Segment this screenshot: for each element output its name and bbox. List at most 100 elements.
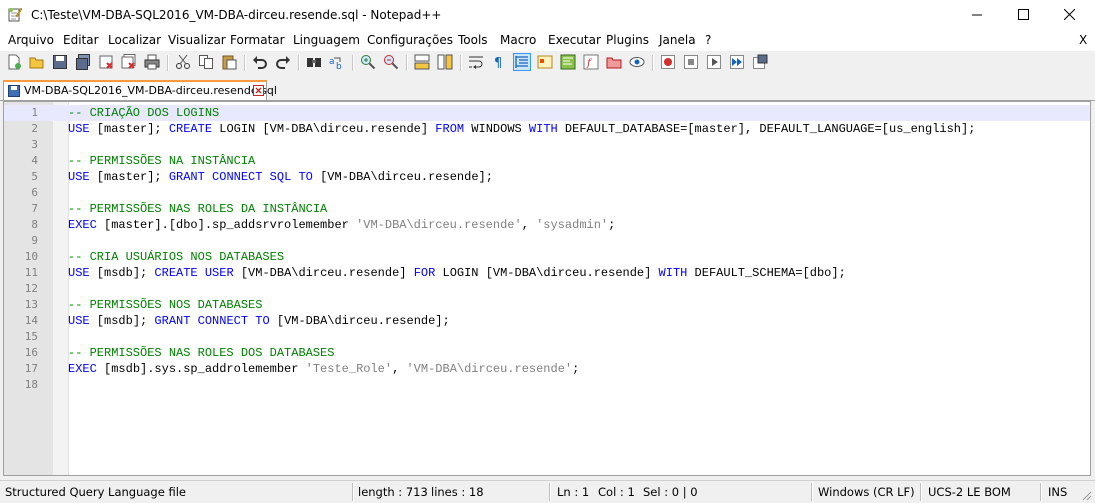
menu-tools[interactable]: Tools — [458, 33, 488, 47]
code-line[interactable]: 12 — [4, 281, 1090, 297]
toolbar: ab ¶ f — [0, 51, 1095, 76]
menu-janela[interactable]: Janela — [659, 33, 696, 47]
code-text: -- PERMISSÕES NOS DATABASES — [68, 297, 262, 313]
menu-macro[interactable]: Macro — [500, 33, 536, 47]
code-line[interactable]: 4 -- PERMISSÕES NA INSTÂNCIA — [4, 153, 1090, 169]
code-line[interactable]: 18 — [4, 377, 1090, 393]
editor-pane[interactable]: 1 -- CRIAÇÃO DOS LOGINS 2 USE [master]; CRE… — [3, 101, 1091, 476]
sync-vertical-icon[interactable] — [414, 54, 430, 70]
svg-text:¶: ¶ — [494, 56, 502, 70]
code-line[interactable]: 3 — [4, 137, 1090, 153]
menu-editar[interactable]: Editar — [63, 33, 99, 47]
code-line[interactable]: 8 EXEC [master].[dbo].sp_addsrvrolemember… — [4, 217, 1090, 233]
code-line[interactable]: 14 USE [msdb]; GRANT CONNECT TO [VM-DBA\d… — [4, 313, 1090, 329]
toolbar-separator — [406, 55, 408, 71]
tab-close-icon[interactable] — [253, 85, 264, 96]
folder-as-workspace-icon[interactable] — [606, 54, 622, 70]
resize-grip-icon[interactable] — [1080, 489, 1092, 501]
word-wrap-icon[interactable] — [468, 54, 484, 70]
menu-localizar[interactable]: Localizar — [108, 33, 161, 47]
sql-keyword: CONNECT — [212, 170, 263, 184]
cut-icon[interactable] — [175, 54, 191, 70]
sql-keyword: TO — [298, 170, 313, 184]
code-line[interactable]: 11 USE [msdb]; CREATE USER [VM-DBA\dirceu… — [4, 265, 1090, 281]
maximize-icon — [1018, 9, 1029, 20]
menu-plugins[interactable]: Plugins — [606, 33, 649, 47]
sql-text: LOGIN [VM-DBA\dirceu.resende] — [212, 122, 436, 136]
menu-formatar[interactable]: Formatar — [230, 33, 285, 47]
save-all-icon[interactable] — [75, 54, 91, 70]
minimize-button[interactable] — [955, 0, 1001, 30]
replace-icon[interactable]: ab — [329, 54, 345, 70]
zoom-in-icon[interactable] — [360, 54, 376, 70]
menu-arquivo[interactable]: Arquivo — [8, 33, 54, 47]
menu-help[interactable]: ? — [705, 33, 711, 47]
code-line[interactable]: 6 — [4, 185, 1090, 201]
menu-configuracoes[interactable]: Configurações — [367, 33, 453, 47]
maximize-button[interactable] — [1001, 0, 1047, 30]
menu-executar[interactable]: Executar — [548, 33, 601, 47]
status-encoding: UCS-2 LE BOM — [928, 485, 1011, 499]
code-line[interactable]: 9 — [4, 233, 1090, 249]
sql-keyword: SQL — [269, 170, 292, 184]
sql-comment: -- PERMISSÕES NA INSTÂNCIA — [68, 154, 256, 168]
sql-string: 'VM-DBA\dirceu.resende' — [356, 218, 522, 232]
undo-icon[interactable] — [252, 54, 268, 70]
code-line[interactable]: 13 -- PERMISSÕES NOS DATABASES — [4, 297, 1090, 313]
code-text: -- PERMISSÕES NAS ROLES DOS DATABASES — [68, 345, 334, 361]
record-macro-icon[interactable] — [660, 54, 676, 70]
menu-bar: Arquivo Editar Localizar Visualizar Form… — [0, 30, 1095, 51]
monitoring-icon[interactable] — [629, 54, 645, 70]
save-macro-icon[interactable] — [752, 54, 768, 70]
stop-recording-icon[interactable] — [683, 54, 699, 70]
open-file-icon[interactable] — [29, 54, 45, 70]
code-line[interactable]: 17 EXEC [msdb].sys.sp_addrolemember 'Test… — [4, 361, 1090, 377]
zoom-out-icon[interactable] — [383, 54, 399, 70]
indent-guide-icon[interactable] — [513, 53, 531, 71]
menu-visualizar[interactable]: Visualizar — [168, 33, 226, 47]
tab-active-file[interactable]: VM-DBA-SQL2016_VM-DBA-dirceu.resende.sql — [3, 80, 277, 100]
line-number: 9 — [31, 234, 38, 247]
status-separator — [549, 483, 551, 501]
user-defined-language-icon[interactable] — [537, 54, 553, 70]
code-text: USE [master]; CREATE LOGIN [VM-DBA\dirce… — [68, 121, 975, 137]
print-icon[interactable] — [144, 54, 160, 70]
line-number: 4 — [31, 154, 38, 167]
sync-horizontal-icon[interactable] — [437, 54, 453, 70]
playback-macro-icon[interactable] — [706, 54, 722, 70]
code-line[interactable]: 10 -- CRIA USUÁRIOS NOS DATABASES — [4, 249, 1090, 265]
show-all-characters-icon[interactable]: ¶ — [491, 54, 507, 70]
document-map-icon[interactable] — [560, 54, 576, 70]
code-line[interactable]: 5 USE [master]; GRANT CONNECT SQL TO [VM-… — [4, 169, 1090, 185]
copy-icon[interactable] — [198, 54, 214, 70]
status-separator — [352, 483, 354, 501]
close-document-button[interactable]: X — [1079, 33, 1087, 47]
code-line[interactable]: 16 -- PERMISSÕES NAS ROLES DOS DATABASES — [4, 345, 1090, 361]
sql-keyword: GRANT — [154, 314, 191, 328]
sql-keyword: USER — [204, 266, 234, 280]
code-line[interactable]: 2 USE [master]; CREATE LOGIN [VM-DBA\dirc… — [4, 121, 1090, 137]
sql-keyword: EXEC — [68, 362, 97, 376]
code-line[interactable]: 7 -- PERMISSÕES NAS ROLES DA INSTÂNCIA — [4, 201, 1090, 217]
code-line[interactable]: 1 -- CRIAÇÃO DOS LOGINS — [4, 105, 1090, 121]
sql-text: [master]; — [89, 122, 169, 136]
close-file-icon[interactable] — [98, 54, 114, 70]
close-all-icon[interactable] — [121, 54, 137, 70]
sql-keyword: USE — [68, 266, 90, 280]
new-file-icon[interactable] — [6, 54, 22, 70]
menu-linguagem[interactable]: Linguagem — [293, 33, 360, 47]
function-list-icon[interactable]: f — [583, 54, 599, 70]
paste-icon[interactable] — [221, 54, 237, 70]
sql-text: [master].[dbo].sp_addsrvrolemember — [96, 218, 357, 232]
status-bar: Structured Query Language file length : … — [0, 480, 1095, 503]
code-line[interactable]: 15 — [4, 329, 1090, 345]
sql-keyword: USE — [68, 170, 90, 184]
save-icon[interactable] — [52, 54, 68, 70]
run-macro-multiple-icon[interactable] — [729, 54, 745, 70]
sql-keyword: USE — [68, 314, 90, 328]
close-window-button[interactable] — [1047, 0, 1093, 30]
sql-string: 'Teste_Role' — [305, 362, 393, 376]
find-icon[interactable] — [306, 54, 322, 70]
redo-icon[interactable] — [275, 54, 291, 70]
